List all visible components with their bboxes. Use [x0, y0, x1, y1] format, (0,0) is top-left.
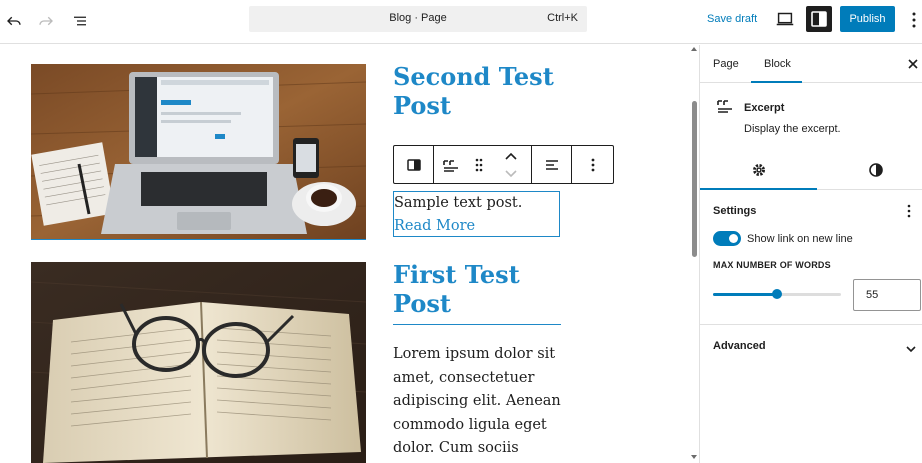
shortcut-hint: Ctrl+K — [547, 12, 578, 24]
block-inspector-tabs — [700, 148, 922, 190]
list-view-icon[interactable] — [68, 9, 92, 33]
document-title: Blog · Page — [389, 12, 447, 24]
chevron-down-icon[interactable] — [905, 341, 917, 359]
align-button[interactable] — [532, 146, 572, 183]
toggle-knob — [729, 234, 738, 243]
block-name: Excerpt — [744, 102, 785, 114]
excerpt-line: dolor. Cum sociis — [393, 440, 519, 456]
tab-page[interactable]: Page — [713, 58, 739, 70]
settings-options-icon[interactable] — [906, 203, 912, 224]
excerpt-line: amet, consectetuer — [393, 369, 535, 386]
desktop-preview-icon[interactable] — [774, 8, 796, 30]
command-palette-button[interactable]: Blog · Page Ctrl+K — [249, 6, 587, 32]
slider-thumb[interactable] — [772, 289, 782, 299]
excerpt-icon — [443, 159, 458, 172]
active-tab-indicator — [751, 81, 802, 83]
post-title-line: First Test — [393, 260, 520, 289]
tab-block[interactable]: Block — [764, 58, 791, 70]
editor-canvas[interactable]: Second Test Post Sample text post. Read … — [0, 45, 699, 463]
block-type-button[interactable] — [434, 146, 468, 183]
drag-handle[interactable] — [468, 146, 490, 183]
more-vertical-icon — [591, 158, 594, 171]
post-featured-image-laptop[interactable] — [31, 64, 366, 240]
excerpt-block-selected[interactable]: Sample text post. Read More — [393, 191, 560, 237]
post-title-line: Second Test — [393, 62, 554, 91]
post-title[interactable]: First Test Post — [393, 260, 561, 325]
post-title-line: Post — [393, 289, 452, 318]
block-description: Display the excerpt. — [744, 123, 841, 135]
excerpt-line: commodo ligula eget — [393, 416, 547, 433]
editor-header: Blog · Page Ctrl+K Save draft Publish — [0, 0, 922, 44]
excerpt-text: Sample text post. — [394, 195, 523, 211]
align-left-icon — [545, 159, 558, 170]
post-featured-image-book[interactable] — [31, 262, 366, 463]
scroll-thumb[interactable] — [692, 101, 697, 257]
settings-panel-title: Settings — [713, 205, 757, 217]
block-options-button[interactable] — [572, 146, 613, 183]
gear-icon[interactable] — [751, 162, 767, 183]
block-toolbar — [393, 145, 614, 184]
sidebar-tabs: Page Block — [700, 45, 922, 83]
scroll-up-icon[interactable] — [690, 45, 698, 53]
styles-icon[interactable] — [868, 162, 884, 183]
active-subtab-indicator — [700, 188, 817, 190]
publish-button[interactable]: Publish — [840, 6, 895, 32]
show-link-new-line-toggle[interactable] — [713, 231, 741, 246]
post-title[interactable]: Second Test Post — [393, 62, 554, 120]
excerpt-line: Lorem ipsum dolor sit — [393, 346, 556, 362]
excerpt-line: adipiscing elit. Aenean — [393, 393, 561, 409]
max-words-input[interactable]: 55 — [853, 279, 921, 311]
max-words-slider[interactable] — [713, 289, 841, 299]
advanced-panel-toggle[interactable]: Advanced — [713, 340, 766, 352]
post-title-line: Post — [393, 91, 452, 120]
toggle-label: Show link on new line — [747, 233, 853, 245]
excerpt-icon — [716, 99, 734, 120]
chevron-up-down-icon — [504, 152, 517, 177]
max-words-label: MAX NUMBER OF WORDS — [713, 260, 831, 270]
sidebar-settings-icon[interactable] — [806, 6, 832, 32]
settings-sidebar: Page Block Excerpt Display the excerpt. … — [699, 45, 922, 463]
columns-icon — [406, 158, 421, 171]
parent-block-button[interactable] — [394, 146, 434, 183]
close-icon[interactable] — [907, 57, 919, 69]
canvas-scrollbar[interactable] — [689, 45, 699, 463]
slider-fill — [713, 293, 777, 296]
redo-icon[interactable] — [34, 9, 58, 33]
read-more-link[interactable]: Read More — [394, 215, 559, 238]
save-draft-button[interactable]: Save draft — [707, 13, 757, 25]
drag-handle-icon — [475, 158, 483, 171]
panel-divider — [700, 324, 922, 325]
excerpt-text[interactable]: Lorem ipsum dolor sit amet, consectetuer… — [393, 343, 563, 461]
move-up-down[interactable] — [490, 146, 532, 183]
undo-icon[interactable] — [2, 9, 26, 33]
scroll-down-icon[interactable] — [690, 453, 698, 461]
more-options-icon[interactable] — [906, 9, 922, 31]
